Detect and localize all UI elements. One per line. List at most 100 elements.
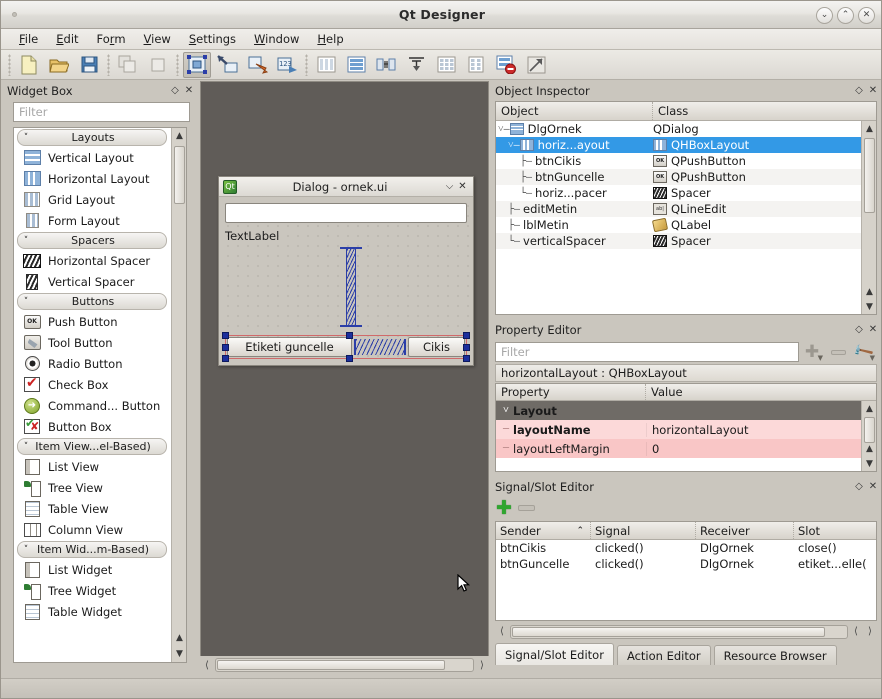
scrollbar-thumb[interactable] [512,626,825,637]
table-row[interactable]: ├– btnGuncelle OK QPushButton [496,169,861,185]
menu-view[interactable]: View [135,30,180,48]
maximize-icon[interactable]: ⌃ [837,7,854,24]
widget-item-check-box[interactable]: Check Box [14,374,170,395]
close-icon[interactable]: ✕ [866,85,880,96]
configure-icon[interactable]: 🔨 ▼ [851,340,877,363]
table-row[interactable]: ─ layoutName horizontalLayout [496,420,861,439]
widget-item-command-link-button[interactable]: ➜ Command... Button [14,395,170,416]
column-header-receiver[interactable]: Receiver [696,522,794,539]
scroll-up-icon[interactable]: ▲ [862,401,876,416]
label-lblMetin[interactable]: TextLabel [225,229,467,243]
table-row[interactable]: └– horiz...pacer Spacer [496,185,861,201]
close-icon[interactable]: ✕ [866,481,880,492]
column-header-sender[interactable]: Sender ⌃ [496,522,591,539]
table-row[interactable]: ├– btnCikis OK QPushButton [496,153,861,169]
table-row[interactable]: ├– editMetin ab| QLineEdit [496,201,861,217]
expander-icon[interactable]: ˅ [499,405,513,416]
scroll-down-icon[interactable]: ▼ [862,299,877,314]
table-row[interactable]: btnCikis clicked() DlgOrnek close() [496,540,876,556]
scroll-up-icon[interactable]: ▲ [172,128,186,144]
widget-item-radio-button[interactable]: Radio Button [14,353,170,374]
scroll-up-small-icon[interactable]: ▲ [862,441,876,456]
adjust-size-icon[interactable] [522,52,550,78]
edit-tab-order-icon[interactable]: 123 [273,52,301,78]
table-row[interactable]: ├– lblMetin QLabel [496,217,861,233]
scroll-left-small-icon[interactable]: ⟨ [849,626,863,637]
widget-category-item-widgets[interactable]: ˅ Item Wid...m-Based) [17,541,167,558]
tab-action-editor[interactable]: Action Editor [616,645,711,665]
widget-item-table-view[interactable]: Table View [14,498,170,519]
property-editor-scrollbar[interactable]: ▲ ▲ ▼ [861,401,876,471]
column-header-value[interactable]: Value [646,384,876,400]
column-header-class[interactable]: Class [653,102,876,120]
scrollbar-track[interactable] [510,624,848,639]
open-form-icon[interactable] [45,52,73,78]
widget-item-tree-widget[interactable]: Tree Widget [14,580,170,601]
resize-handle-left[interactable] [222,344,229,351]
remove-property-icon[interactable] [825,342,851,362]
table-row[interactable]: ˅ Layout [496,401,861,420]
edit-widgets-icon[interactable] [183,51,211,78]
widget-item-vertical-spacer[interactable]: Vertical Spacer [14,271,170,292]
toolbar-handle[interactable] [8,53,11,76]
resize-handle-top-center[interactable] [346,332,353,339]
scroll-left-icon[interactable]: ⟨ [495,626,509,637]
widget-category-item-views[interactable]: ˅ Item View...el-Based) [17,438,167,455]
vertical-spacer-widget[interactable] [340,247,362,327]
scroll-right-icon[interactable]: ⟩ [475,660,489,671]
column-header-object[interactable]: Object [496,102,653,120]
expander-icon[interactable]: ˅– [498,124,510,135]
property-value[interactable]: 0 [646,441,861,456]
float-icon[interactable]: ◇ [852,481,866,492]
widget-item-push-button[interactable]: OK Push Button [14,311,170,332]
break-layout-icon[interactable] [492,52,520,78]
widget-item-column-view[interactable]: Column View [14,519,170,540]
widget-box-filter-input[interactable]: Filter [13,102,190,122]
copy-icon[interactable] [144,52,172,78]
line-edit-editMetin[interactable] [225,203,467,223]
widget-item-horizontal-spacer[interactable]: Horizontal Spacer [14,250,170,271]
edit-buddies-icon[interactable] [243,52,271,78]
lay-out-in-splitter-horizontal-icon[interactable] [372,52,400,78]
expander-icon[interactable]: ˅– [508,140,520,151]
add-connection-icon[interactable]: ✚ [496,498,512,518]
widget-box-scrollbar[interactable]: ▲ ▲ ▼ [171,128,186,662]
float-icon[interactable]: ◇ [852,85,866,96]
scrollbar-thumb[interactable] [864,138,875,213]
table-row[interactable]: └– verticalSpacer Spacer [496,233,861,249]
shade-icon[interactable]: ⌵ [443,181,456,192]
design-dialog-window[interactable]: Qt Dialog - ornek.ui ⌵ ✕ TextLabel Etike… [218,176,474,366]
horizontal-spacer-widget[interactable] [354,339,406,355]
close-icon[interactable]: ✕ [456,181,469,192]
button-btnGuncelle[interactable]: Etiketi guncelle [227,337,352,357]
widget-item-form-layout[interactable]: Form Layout [14,210,170,231]
object-inspector-scrollbar[interactable]: ▲ ▲ ▼ [861,121,876,314]
widget-item-vertical-layout[interactable]: Vertical Layout [14,147,170,168]
column-header-property[interactable]: Property [496,384,646,400]
lay-out-in-grid-icon[interactable] [432,52,460,78]
minimize-icon[interactable]: ⌄ [816,7,833,24]
widget-category-buttons[interactable]: ˅ Buttons [17,293,167,310]
edit-signals-slots-icon[interactable] [213,52,241,78]
lay-out-horizontally-icon[interactable] [312,52,340,78]
menu-window[interactable]: Window [245,30,308,48]
connections-horizontal-scrollbar[interactable]: ⟨ ⟨ ⟩ [495,623,877,640]
widget-item-grid-layout[interactable]: Grid Layout [14,189,170,210]
new-form-icon[interactable] [15,52,43,78]
scrollbar-thumb[interactable] [174,146,185,204]
widget-category-layouts[interactable]: ˅ Layouts [17,129,167,146]
resize-handle-bottom-right[interactable] [463,355,470,362]
scroll-down-icon[interactable]: ▼ [172,646,186,662]
resize-handle-bottom-left[interactable] [222,355,229,362]
widget-item-table-widget[interactable]: Table Widget [14,601,170,622]
save-form-icon[interactable] [75,52,103,78]
scroll-up-small-icon[interactable]: ▲ [172,630,186,646]
resize-handle-top-left[interactable] [222,332,229,339]
button-btnCikis[interactable]: Cikis [408,337,465,357]
widget-item-tool-button[interactable]: Tool Button [14,332,170,353]
add-property-icon[interactable]: ✚ ▼ [799,342,825,362]
table-row[interactable]: ─ layoutLeftMargin 0 [496,439,861,458]
scrollbar-thumb[interactable] [864,417,875,443]
menu-edit[interactable]: Edit [47,30,87,48]
cut-icon[interactable] [114,52,142,78]
